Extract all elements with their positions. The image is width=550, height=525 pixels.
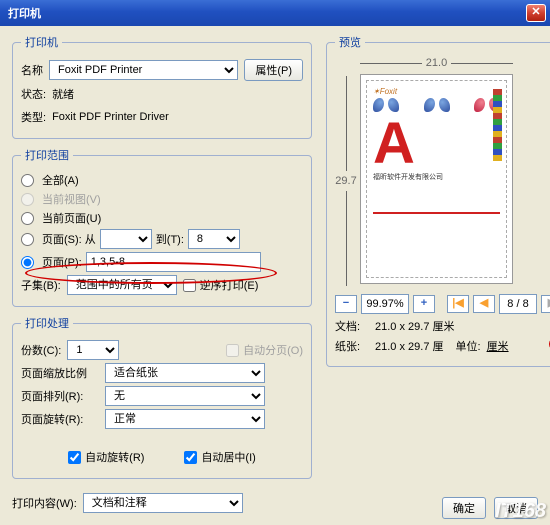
unit-label: 单位: <box>456 338 481 354</box>
reverse-checkbox[interactable] <box>183 279 196 292</box>
handling-group: 打印处理 份数(C): 1 自动分页(O) 页面缩放比例 适合纸张 页面排列(R… <box>12 315 312 479</box>
preview-page: ✶Foxit A 福昕软件开发有限公司 <box>360 74 513 284</box>
zoom-input[interactable] <box>361 294 409 314</box>
to-label: 到(T): <box>156 231 184 247</box>
auto-center-checkbox[interactable] <box>184 451 197 464</box>
radio-all[interactable] <box>21 174 34 187</box>
radio-current-page-label: 当前页面(U) <box>42 210 101 226</box>
to-select[interactable]: 8 <box>188 229 240 249</box>
collate-label: 自动分页(O) <box>243 342 303 358</box>
collate-checkbox <box>226 344 239 357</box>
butterfly-icon <box>424 98 450 116</box>
rotate-select[interactable]: 正常 <box>105 409 265 429</box>
zoom-in-button[interactable]: + <box>413 295 435 313</box>
radio-all-label: 全部(A) <box>42 172 79 188</box>
paper-value: 21.0 x 29.7 厘 <box>375 338 444 354</box>
doc-label: 文档: <box>335 318 369 334</box>
handling-legend: 打印处理 <box>21 315 73 331</box>
auto-rotate-label: 自动旋转(R) <box>85 449 144 465</box>
color-swatch-icon <box>493 89 502 161</box>
pages-p-input[interactable] <box>86 252 261 272</box>
radio-current-view-label: 当前视图(V) <box>42 191 101 207</box>
pages-p-label: 页面(P): <box>42 254 82 270</box>
next-page-button[interactable]: ▶ <box>541 295 550 313</box>
reverse-label: 逆序打印(E) <box>200 277 259 293</box>
window-title: 打印机 <box>8 5 526 21</box>
preview-legend: 预览 <box>335 34 365 50</box>
first-page-button[interactable]: |◀ <box>447 295 469 313</box>
close-icon[interactable]: ✕ <box>526 4 546 22</box>
range-legend: 打印范围 <box>21 147 73 163</box>
preview-height: 29.7 <box>335 171 356 191</box>
cancel-button[interactable]: 取消 <box>494 497 538 519</box>
range-group: 打印范围 全部(A) 当前视图(V) 当前页面(U) 页面(S): 从 到(T)… <box>12 147 312 307</box>
preview-group: 预览 21.0 29.7 ✶Foxit A 福昕软件开发有限公司 <box>326 34 550 367</box>
auto-rotate-checkbox[interactable] <box>68 451 81 464</box>
butterfly-icon <box>373 98 399 116</box>
status-value: 就绪 <box>52 86 74 102</box>
rotate-label: 页面旋转(R): <box>21 411 99 427</box>
auto-center-label: 自动居中(I) <box>201 449 255 465</box>
pages-s-label: 页面(S): 从 <box>42 231 96 247</box>
copies-label: 份数(C): <box>21 342 61 358</box>
type-value: Foxit PDF Printer Driver <box>52 111 169 123</box>
scale-select[interactable]: 适合纸张 <box>105 363 265 383</box>
prev-page-button[interactable]: ◀ <box>473 295 495 313</box>
scale-label: 页面缩放比例 <box>21 365 99 381</box>
arrange-label: 页面排列(R): <box>21 388 99 404</box>
subset-select[interactable]: 范围中的所有页 <box>67 275 177 295</box>
type-label: 类型: <box>21 109 46 125</box>
company-text: 福昕软件开发有限公司 <box>373 172 500 182</box>
print-what-select[interactable]: 文档和注释 <box>83 493 243 513</box>
unit-value: 厘米 <box>487 338 509 354</box>
zoom-out-button[interactable]: − <box>335 295 357 313</box>
printer-name-select[interactable]: Foxit PDF Printer <box>49 60 238 80</box>
radio-pages-s[interactable] <box>21 233 34 246</box>
radio-current-view <box>21 193 34 206</box>
preview-width: 21.0 <box>422 57 451 69</box>
copies-input[interactable]: 1 <box>67 340 119 360</box>
arrange-select[interactable]: 无 <box>105 386 265 406</box>
ok-button[interactable]: 确定 <box>442 497 486 519</box>
page-indicator[interactable] <box>499 294 537 314</box>
properties-button[interactable]: 属性(P) <box>244 59 303 81</box>
from-select[interactable] <box>100 229 152 249</box>
titlebar: 打印机 ✕ <box>0 0 550 26</box>
name-label: 名称 <box>21 62 43 78</box>
paper-label: 纸张: <box>335 338 369 354</box>
radio-pages-p[interactable] <box>21 256 34 269</box>
printer-legend: 打印机 <box>21 34 62 50</box>
subset-label: 子集(B): <box>21 277 61 293</box>
printer-group: 打印机 名称 Foxit PDF Printer 属性(P) 状态: 就绪 类型… <box>12 34 312 139</box>
doc-value: 21.0 x 29.7 厘米 <box>375 318 455 334</box>
status-label: 状态: <box>21 86 46 102</box>
radio-current-page[interactable] <box>21 212 34 225</box>
print-what-label: 打印内容(W): <box>12 495 77 511</box>
preview-area: 21.0 29.7 ✶Foxit A 福昕软件开发有限公司 <box>335 56 550 288</box>
letter-a-icon: A <box>373 120 500 168</box>
